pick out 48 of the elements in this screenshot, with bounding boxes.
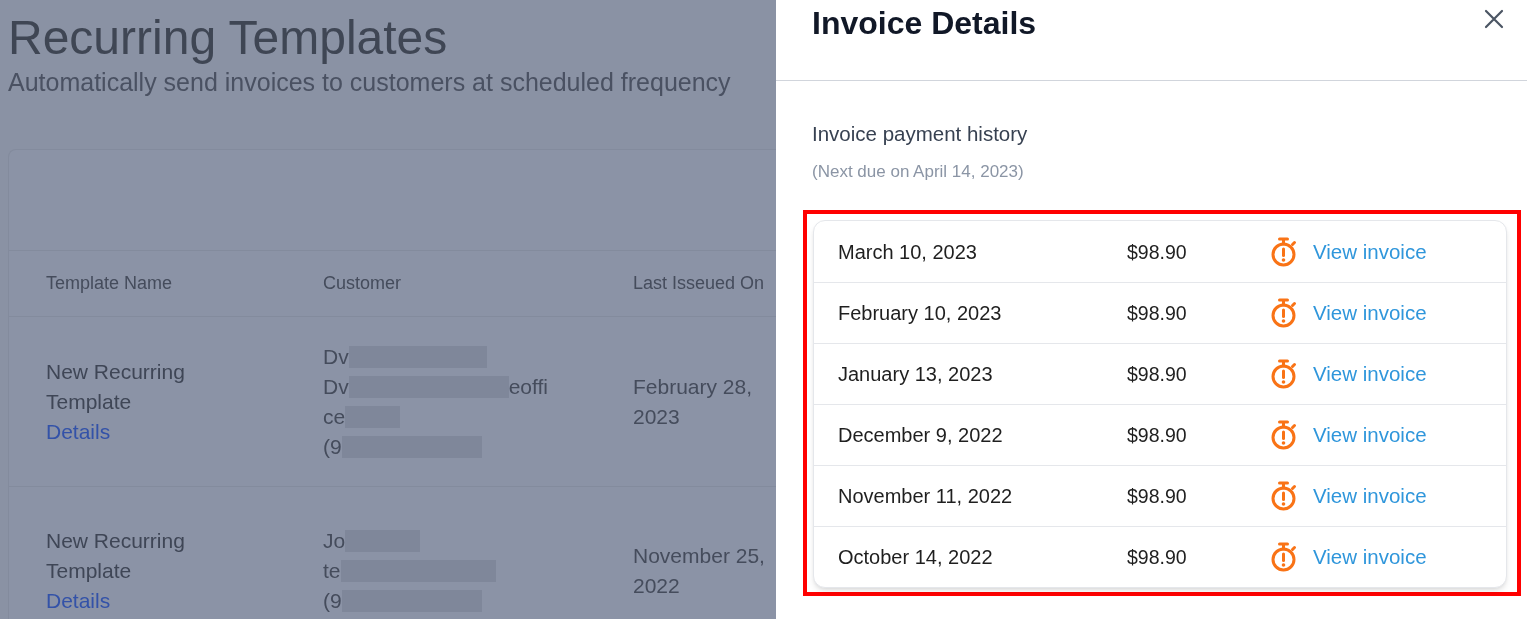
customer-text: (9	[323, 433, 342, 460]
view-invoice-link[interactable]: View invoice	[1313, 422, 1427, 448]
payment-amount: $98.90	[1127, 423, 1187, 448]
customer-text: Dv	[323, 343, 349, 370]
stopwatch-alert-icon	[1270, 236, 1297, 267]
stopwatch-alert-icon	[1270, 420, 1297, 450]
stopwatch-alert-icon	[1270, 481, 1297, 511]
customer-text: Jo	[323, 528, 346, 554]
customer-text: ce	[323, 403, 346, 430]
stopwatch-alert-icon	[1270, 359, 1297, 389]
customer-text: Dv	[323, 373, 349, 400]
column-header: Last Isseued On	[633, 273, 765, 293]
customer-text: te	[323, 558, 341, 584]
page-subtitle: Automatically send invoices to customers at scheduled frequency	[8, 67, 731, 97]
details-link[interactable]: Details	[46, 416, 111, 447]
column-header: Template Name	[46, 273, 173, 293]
column-header: Customer	[323, 273, 402, 293]
view-invoice-link[interactable]: View invoice	[1313, 300, 1427, 326]
template-name: New Recurring Template	[46, 358, 186, 415]
view-invoice-link[interactable]: View invoice	[1313, 544, 1427, 570]
payment-date: November 11, 2022	[838, 484, 1013, 509]
payment-amount: $98.90	[1127, 484, 1187, 509]
payment-amount: $98.90	[1127, 301, 1187, 326]
payment-amount: $98.90	[1127, 239, 1187, 265]
view-invoice-link[interactable]: View invoice	[1313, 361, 1427, 387]
panel-title: Invoice Details	[812, 4, 1037, 43]
template-name: New Recurring Template	[46, 528, 186, 584]
payment-date: October 14, 2022	[838, 545, 993, 570]
payment-amount: $98.90	[1127, 545, 1187, 570]
stopwatch-alert-icon	[1270, 298, 1297, 328]
payment-amount: $98.90	[1127, 362, 1187, 387]
payment-date: January 13, 2023	[838, 362, 993, 387]
customer-text: (9	[323, 588, 342, 614]
payment-date: December 9, 2022	[838, 423, 1003, 448]
view-invoice-link[interactable]: View invoice	[1313, 483, 1427, 509]
close-icon	[1484, 9, 1504, 29]
view-invoice-link[interactable]: View invoice	[1313, 238, 1427, 265]
section-heading: Invoice payment history	[812, 121, 1028, 147]
close-button[interactable]	[1483, 8, 1505, 30]
next-due-note: (Next due on April 14, 2023)	[812, 161, 1024, 183]
customer-text: eoffi	[508, 373, 548, 400]
payment-date: March 10, 2023	[838, 239, 977, 265]
stopwatch-alert-icon	[1270, 542, 1297, 572]
last-issued-date: February 28, 2023	[633, 373, 754, 430]
payment-date: February 10, 2023	[838, 301, 1002, 326]
details-link[interactable]: Details	[46, 586, 111, 616]
last-issued-date: November 25, 2022	[633, 543, 766, 599]
page-title: Recurring Templates	[8, 11, 448, 65]
